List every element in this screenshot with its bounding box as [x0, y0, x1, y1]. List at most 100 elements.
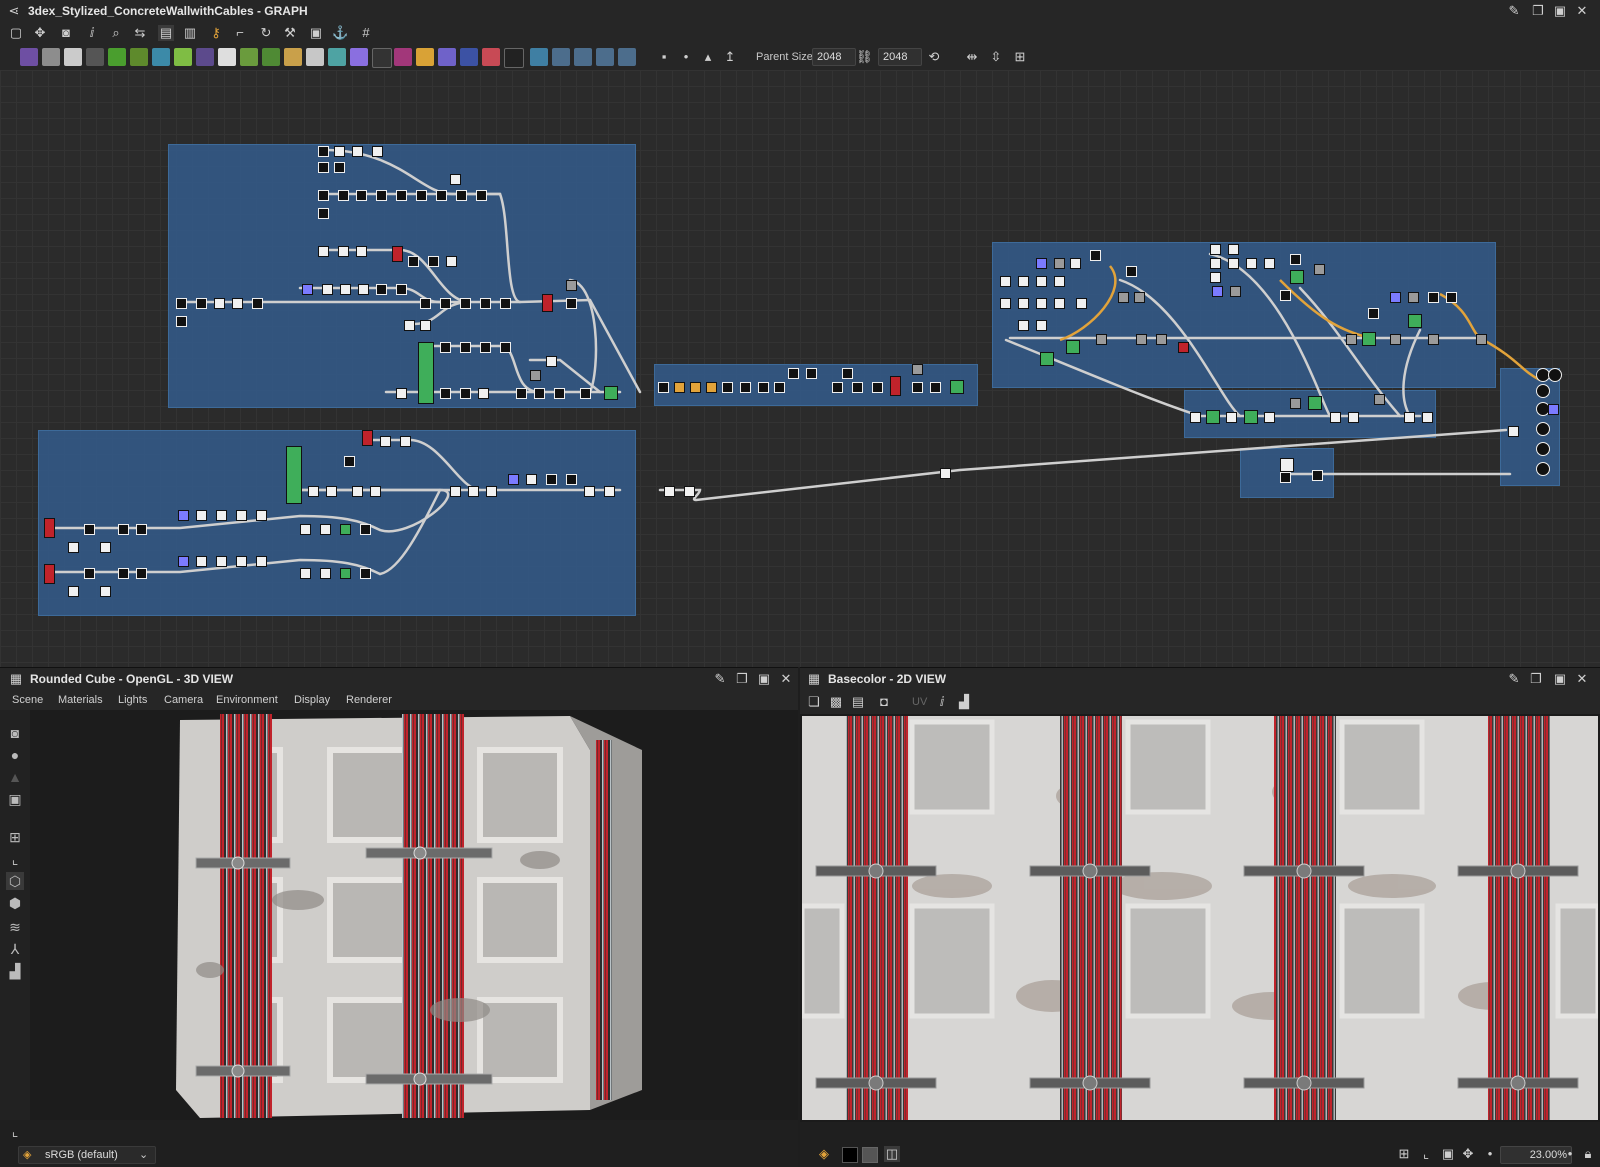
graph-node[interactable] — [1230, 286, 1241, 297]
graph-node[interactable] — [1136, 334, 1147, 345]
lock-icon[interactable]: 🔒︎ — [1580, 1146, 1596, 1162]
output-node[interactable] — [1536, 442, 1550, 456]
graph-node[interactable] — [1210, 272, 1221, 283]
light-icon[interactable]: ● — [6, 746, 24, 764]
graph-node[interactable] — [440, 388, 451, 399]
graph-node[interactable] — [1118, 292, 1129, 303]
graph-node[interactable] — [722, 382, 733, 393]
graph-node[interactable] — [1040, 352, 1054, 366]
graph-node[interactable] — [214, 298, 225, 309]
graph-node[interactable] — [950, 380, 964, 394]
graph-node[interactable] — [118, 568, 129, 579]
graph-node[interactable] — [546, 474, 557, 485]
layout-icon[interactable]: ▤ — [158, 25, 174, 41]
warning-node-tool-icon[interactable] — [416, 48, 434, 66]
graph-node[interactable] — [1264, 412, 1275, 423]
graph-node[interactable] — [832, 382, 843, 393]
graph-node[interactable] — [1428, 334, 1439, 345]
graph-node[interactable] — [1226, 412, 1237, 423]
graph-node[interactable] — [236, 510, 247, 521]
curve-node-tool-icon[interactable] — [108, 48, 126, 66]
graph-node[interactable] — [392, 246, 403, 262]
graph-node[interactable] — [326, 486, 337, 497]
link-icon[interactable]: ⇆ — [132, 25, 148, 41]
graph-node[interactable] — [1178, 342, 1189, 353]
graph-node[interactable] — [480, 298, 491, 309]
graph-node[interactable] — [196, 298, 207, 309]
graph-node[interactable] — [534, 388, 545, 399]
graph-node[interactable] — [1036, 276, 1047, 287]
graph-node[interactable] — [322, 284, 333, 295]
tile-icon[interactable]: ⊞ — [1396, 1146, 1412, 1162]
graph-node[interactable] — [706, 382, 717, 393]
graph-node[interactable] — [396, 388, 407, 399]
search-icon[interactable]: ⌕ — [108, 25, 124, 41]
graph-node[interactable] — [580, 388, 591, 399]
graph-node[interactable] — [1308, 396, 1322, 410]
graph-node[interactable] — [1330, 412, 1341, 423]
graph-node[interactable] — [84, 568, 95, 579]
output-node-tool-icon[interactable] — [574, 48, 592, 66]
graph-node[interactable] — [372, 146, 383, 157]
graph-node[interactable] — [1076, 298, 1087, 309]
graph-node[interactable] — [566, 280, 577, 291]
graph-node[interactable] — [360, 524, 371, 535]
export-icon[interactable]: ◘ — [876, 694, 892, 710]
graph-node[interactable] — [404, 320, 415, 331]
graph-node[interactable] — [1290, 254, 1301, 265]
graph-node[interactable] — [1210, 244, 1221, 255]
graph-node[interactable] — [252, 298, 263, 309]
align-horizontal-icon[interactable]: ⇹ — [964, 49, 980, 65]
graph-node[interactable] — [196, 510, 207, 521]
graph-node[interactable] — [930, 382, 941, 393]
graph-node[interactable] — [416, 190, 427, 201]
graph-node[interactable] — [1126, 266, 1137, 277]
graph-node[interactable] — [370, 486, 381, 497]
graph-node[interactable] — [658, 382, 669, 393]
gradient-node-tool-icon[interactable] — [174, 48, 192, 66]
maximize-icon[interactable]: ▣ — [756, 671, 772, 687]
graph-node[interactable] — [318, 208, 329, 219]
graph-node[interactable] — [440, 342, 451, 353]
wrench-icon[interactable]: ⚒ — [282, 25, 298, 41]
graph-node[interactable] — [508, 474, 519, 485]
graph-node[interactable] — [500, 298, 511, 309]
value-node-tool-icon[interactable] — [372, 48, 392, 68]
environment-icon[interactable]: ▲ — [6, 768, 24, 786]
key-icon[interactable]: ⚷ — [208, 25, 224, 41]
graph-node[interactable] — [1390, 334, 1401, 345]
graph-node[interactable] — [340, 524, 351, 535]
graph-node[interactable] — [302, 284, 313, 295]
graph-node[interactable] — [44, 564, 55, 584]
levels-node-tool-icon[interactable] — [240, 48, 258, 66]
graph-node[interactable] — [584, 486, 595, 497]
graph-node[interactable] — [68, 586, 79, 597]
graph-node[interactable] — [1000, 298, 1011, 309]
graph-node[interactable] — [256, 556, 267, 567]
graph-node[interactable] — [1206, 410, 1220, 424]
transform-node-tool-icon[interactable] — [152, 48, 170, 66]
graph-node[interactable] — [1312, 470, 1323, 481]
graph-node[interactable] — [480, 342, 491, 353]
menu-lights[interactable]: Lights — [118, 694, 147, 706]
graph-node[interactable] — [286, 446, 302, 504]
graph-node[interactable] — [1212, 286, 1223, 297]
graph-node[interactable] — [1018, 276, 1029, 287]
graph-node[interactable] — [1070, 258, 1081, 269]
menu-display[interactable]: Display — [294, 694, 330, 706]
integer-node-tool-icon[interactable] — [504, 48, 524, 68]
tile-node-tool-icon[interactable] — [218, 48, 236, 66]
restore-icon[interactable]: ❐ — [1528, 671, 1544, 687]
graph-node[interactable] — [100, 542, 111, 553]
graph-node[interactable] — [44, 518, 55, 538]
graph-node[interactable] — [674, 382, 685, 393]
dot-icon[interactable]: • — [678, 49, 694, 65]
graph-node[interactable] — [1134, 292, 1145, 303]
output-node[interactable] — [1536, 422, 1550, 436]
comment-node-tool-icon[interactable] — [618, 48, 636, 66]
frame-all-icon[interactable]: ▢ — [8, 25, 24, 41]
graph-node[interactable] — [940, 468, 951, 479]
graph-node[interactable] — [318, 190, 329, 201]
graph-node[interactable] — [100, 586, 111, 597]
copy-icon[interactable]: ❏ — [806, 694, 822, 710]
